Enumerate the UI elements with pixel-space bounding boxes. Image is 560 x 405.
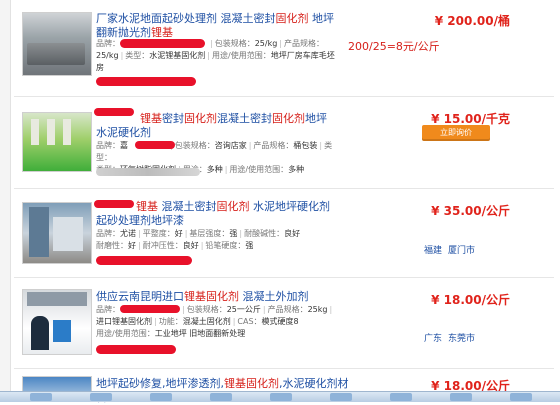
taskbar-app-icon[interactable] [150, 393, 172, 401]
taskbar-app-icon[interactable] [30, 393, 52, 401]
location-city[interactable]: 厦门市 [448, 243, 475, 256]
taskbar-app-icon[interactable] [390, 393, 412, 401]
redaction-mark [96, 168, 200, 176]
taskbar-app-icon[interactable] [330, 393, 352, 401]
location-province[interactable]: 福建 [424, 243, 442, 256]
listing-2-thumbnail[interactable] [22, 112, 92, 172]
listing-1-title[interactable]: 厂家水泥地面起砂处理剂 混凝土密封固化剂 地坪翻新抛光剂锂基 [96, 12, 336, 40]
listing-3-title[interactable]: 锂基 混凝土密封固化剂 水泥地坪硬化剂起砂处理剂地坪漆 [96, 200, 336, 228]
row-divider [14, 188, 554, 189]
redaction-mark [96, 345, 176, 354]
listing-1-thumbnail[interactable] [22, 12, 92, 76]
handwritten-note: 200/25=8元/公斤 [348, 40, 440, 53]
redaction-mark [96, 256, 192, 265]
taskbar-app-icon[interactable] [210, 393, 232, 401]
listing-4-title[interactable]: 供应云南昆明进口锂基固化剂 混凝土外加剂 [96, 290, 336, 304]
inquire-button[interactable]: 立即询价 [422, 125, 490, 141]
row-divider [14, 96, 554, 97]
redaction-mark [135, 141, 175, 149]
left-frame-edge [0, 0, 11, 402]
listing-1-price: ¥ 200.00/桶 [434, 14, 510, 28]
listing-4-thumbnail[interactable] [22, 289, 92, 355]
location-city[interactable]: 东莞市 [448, 331, 475, 344]
row-divider [14, 277, 554, 278]
listing-3-thumbnail[interactable] [22, 202, 92, 264]
row-divider [14, 368, 554, 369]
listing-2-title[interactable]: 锂基密封固化剂混凝土密封固化剂地坪 水泥硬化剂 [96, 112, 336, 140]
listing-3-attributes: 品牌：尤诺 | 平整度：好 | 基层强度：强 | 耐酸碱性：良好 耐磨性：好 | 耐冲压性：良好… [96, 229, 301, 250]
redaction-mark [96, 77, 196, 86]
listing-3-price: ¥ 35.00/公斤 [431, 204, 510, 218]
taskbar [0, 391, 560, 402]
taskbar-app-icon[interactable] [270, 393, 292, 401]
location-province[interactable]: 广东 [424, 331, 442, 344]
listing-4-attributes: 品牌： | 包装规格：25一公斤 | 产品规格：25kg | 进口锂基固化剂 | 功能：混凝土… [96, 305, 333, 338]
taskbar-app-icon[interactable] [90, 393, 112, 401]
taskbar-app-icon[interactable] [510, 393, 532, 401]
listing-4-price: ¥ 18.00/公斤 [431, 293, 510, 307]
listing-1-attributes: 品牌： | 包装规格：25/kg | 产品规格： 25/kg | 类型：水泥锂基固化剂 | 用途… [96, 39, 335, 72]
taskbar-app-icon[interactable] [450, 393, 472, 401]
